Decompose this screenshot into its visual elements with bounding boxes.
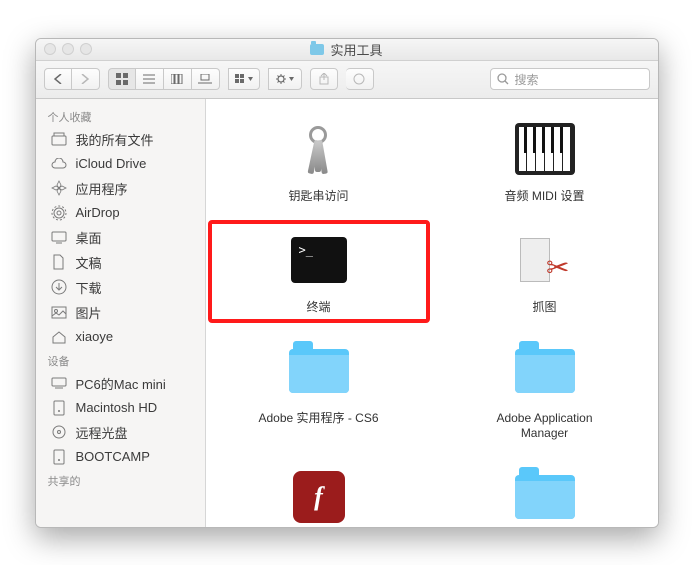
sidebar-item-macmini[interactable]: PC6的Mac mini <box>36 371 205 396</box>
airdrop-icon <box>50 204 68 222</box>
apps-icon <box>50 179 68 197</box>
item-label: 音频 MIDI 设置 <box>505 189 585 204</box>
folder-icon <box>287 339 351 403</box>
column-view-button[interactable] <box>164 68 192 90</box>
coverflow-view-button[interactable] <box>192 68 220 90</box>
desktop-icon <box>50 228 68 246</box>
sidebar-item-documents[interactable]: 文稿 <box>36 250 205 275</box>
item-label: Adobe Application Manager <box>480 411 610 441</box>
arrange-group <box>228 68 260 90</box>
minimize-dot[interactable] <box>62 43 74 55</box>
view-buttons <box>108 68 220 90</box>
back-button[interactable] <box>44 68 72 90</box>
downloads-icon <box>50 278 68 296</box>
disk-icon <box>50 399 68 417</box>
window-title: 实用工具 <box>36 40 658 59</box>
folder-icon <box>513 339 577 403</box>
item-label: 终端 <box>306 300 330 315</box>
sidebar-item-apps[interactable]: 应用程序 <box>36 176 205 201</box>
documents-icon <box>50 253 68 271</box>
sidebar-item-desktop[interactable]: 桌面 <box>36 225 205 250</box>
finder-window: 实用工具 搜索 个人收藏 我的所有文件 iClo <box>35 38 659 528</box>
title-text: 实用工具 <box>330 40 382 59</box>
grab-icon: ✂ <box>513 228 577 292</box>
action-button[interactable] <box>268 68 302 90</box>
arrange-button[interactable] <box>228 68 260 90</box>
terminal-icon: >_ <box>287 228 351 292</box>
toolbar: 搜索 <box>36 61 658 99</box>
sidebar-header-favorites: 个人收藏 <box>36 105 205 127</box>
sidebar-header-devices: 设备 <box>36 349 205 371</box>
sidebar-item-downloads[interactable]: 下载 <box>36 275 205 300</box>
flash-icon: f <box>287 465 351 527</box>
tags-button[interactable] <box>346 68 374 90</box>
sidebar-item-airdrop[interactable]: AirDrop <box>36 201 205 225</box>
item-label: Adobe 实用程序 - CS6 <box>258 411 378 426</box>
item-folder[interactable] <box>452 465 638 527</box>
titlebar[interactable]: 实用工具 <box>36 39 658 61</box>
sidebar-item-all-files[interactable]: 我的所有文件 <box>36 127 205 152</box>
keychain-icon <box>287 117 351 181</box>
sidebar-item-macintosh-hd[interactable]: Macintosh HD <box>36 396 205 420</box>
sidebar-header-shared: 共享的 <box>36 469 205 491</box>
share-button[interactable] <box>310 68 338 90</box>
home-icon <box>50 328 68 346</box>
item-flash[interactable]: f <box>226 465 412 527</box>
zoom-dot[interactable] <box>80 43 92 55</box>
item-adobe-cs6[interactable]: Adobe 实用程序 - CS6 <box>226 339 412 441</box>
close-dot[interactable] <box>44 43 56 55</box>
action-group <box>268 68 302 90</box>
remote-disc-icon <box>50 423 68 441</box>
sidebar-item-bootcamp[interactable]: BOOTCAMP <box>36 445 205 469</box>
item-label: 钥匙串访问 <box>288 189 348 204</box>
search-placeholder: 搜索 <box>515 71 539 88</box>
search-field[interactable]: 搜索 <box>490 68 650 90</box>
item-keychain[interactable]: 钥匙串访问 <box>226 117 412 204</box>
pictures-icon <box>50 303 68 321</box>
icon-view-button[interactable] <box>108 68 136 90</box>
computer-icon <box>50 374 68 392</box>
midi-icon <box>513 117 577 181</box>
all-files-icon <box>50 130 68 148</box>
sidebar-item-icloud[interactable]: iCloud Drive <box>36 152 205 176</box>
item-label: 抓图 <box>532 300 556 315</box>
disk-icon <box>50 448 68 466</box>
sidebar: 个人收藏 我的所有文件 iCloud Drive 应用程序 AirDrop 桌面… <box>36 99 206 527</box>
cloud-icon <box>50 155 68 173</box>
search-icon <box>497 73 509 85</box>
forward-button[interactable] <box>72 68 100 90</box>
folder-icon <box>310 44 324 55</box>
sidebar-item-remote-disc[interactable]: 远程光盘 <box>36 420 205 445</box>
item-terminal[interactable]: >_ 终端 <box>226 228 412 315</box>
nav-buttons <box>44 68 100 90</box>
list-view-button[interactable] <box>136 68 164 90</box>
sidebar-item-home[interactable]: xiaoye <box>36 325 205 349</box>
file-grid: 钥匙串访问 音频 MIDI 设置 >_ 终端 ✂ 抓图 Adobe 实用程序 -… <box>206 99 658 527</box>
item-grab[interactable]: ✂ 抓图 <box>452 228 638 315</box>
folder-icon <box>513 465 577 527</box>
sidebar-item-pictures[interactable]: 图片 <box>36 300 205 325</box>
item-adobe-app-manager[interactable]: Adobe Application Manager <box>452 339 638 441</box>
item-midi[interactable]: 音频 MIDI 设置 <box>452 117 638 204</box>
